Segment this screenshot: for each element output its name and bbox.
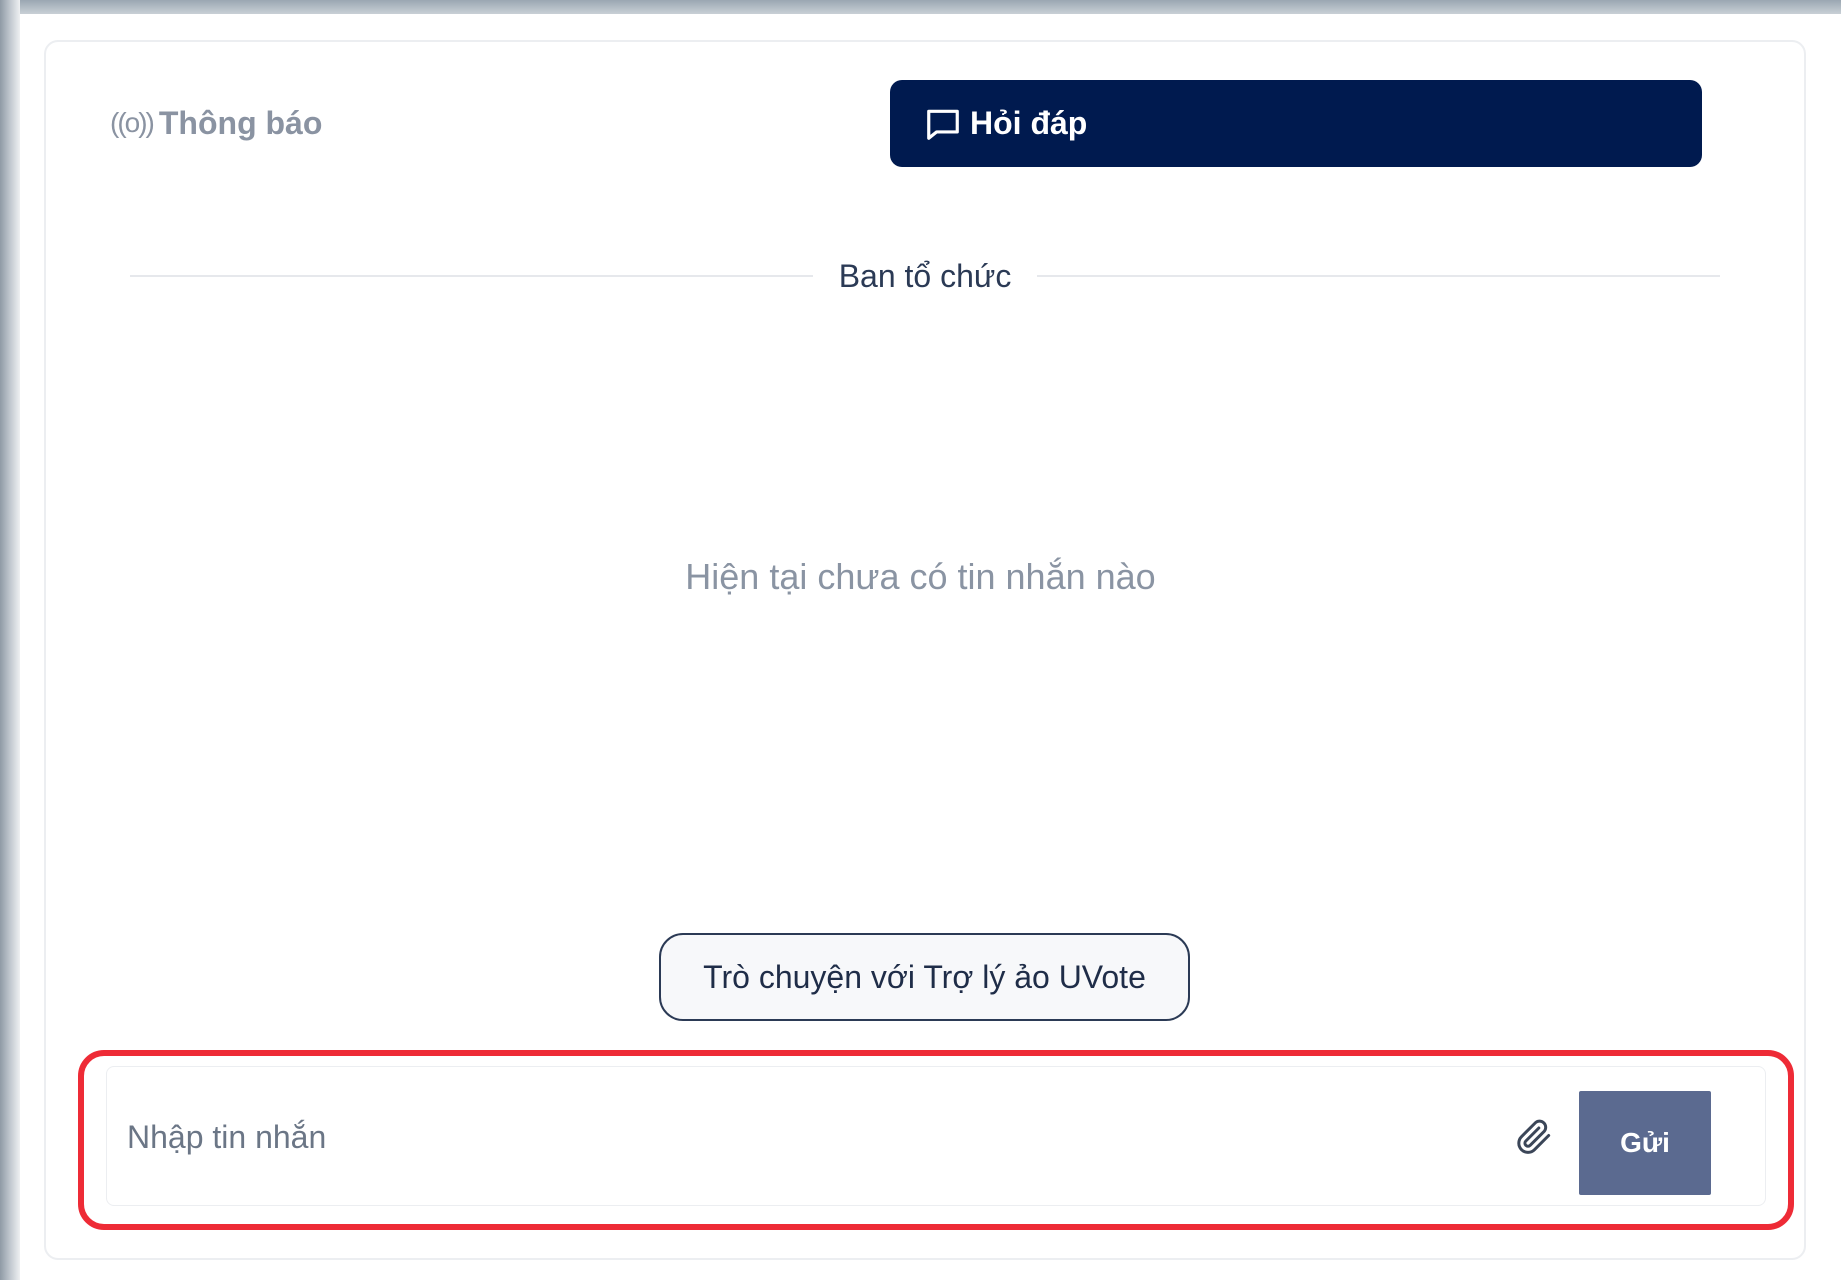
window-frame-edge: [0, 0, 20, 1280]
section-divider: Ban tổ chức: [130, 258, 1720, 294]
divider-label: Ban tổ chức: [838, 257, 1012, 294]
tab-qa[interactable]: Hỏi đáp: [890, 80, 1702, 167]
send-button[interactable]: Gửi: [1579, 1091, 1711, 1195]
broadcast-icon: ((o)): [110, 107, 155, 138]
chat-with-assistant-button[interactable]: Trò chuyện với Trợ lý ảo UVote: [659, 933, 1190, 1021]
tab-notifications[interactable]: ((o)) Thông báo: [110, 100, 322, 146]
divider-line-right: [1037, 275, 1720, 277]
tab-qa-label: Hỏi đáp: [970, 105, 1088, 141]
message-input[interactable]: [127, 1097, 1427, 1177]
paperclip-icon[interactable]: [1511, 1115, 1555, 1159]
divider-line-left: [130, 275, 813, 277]
empty-state-text: Hiện tại chưa có tin nhắn nào: [685, 556, 1156, 597]
chat-bubble-icon: [924, 105, 962, 143]
tab-notifications-label: Thông báo: [158, 104, 323, 141]
message-composer: Gửi: [106, 1066, 1766, 1206]
